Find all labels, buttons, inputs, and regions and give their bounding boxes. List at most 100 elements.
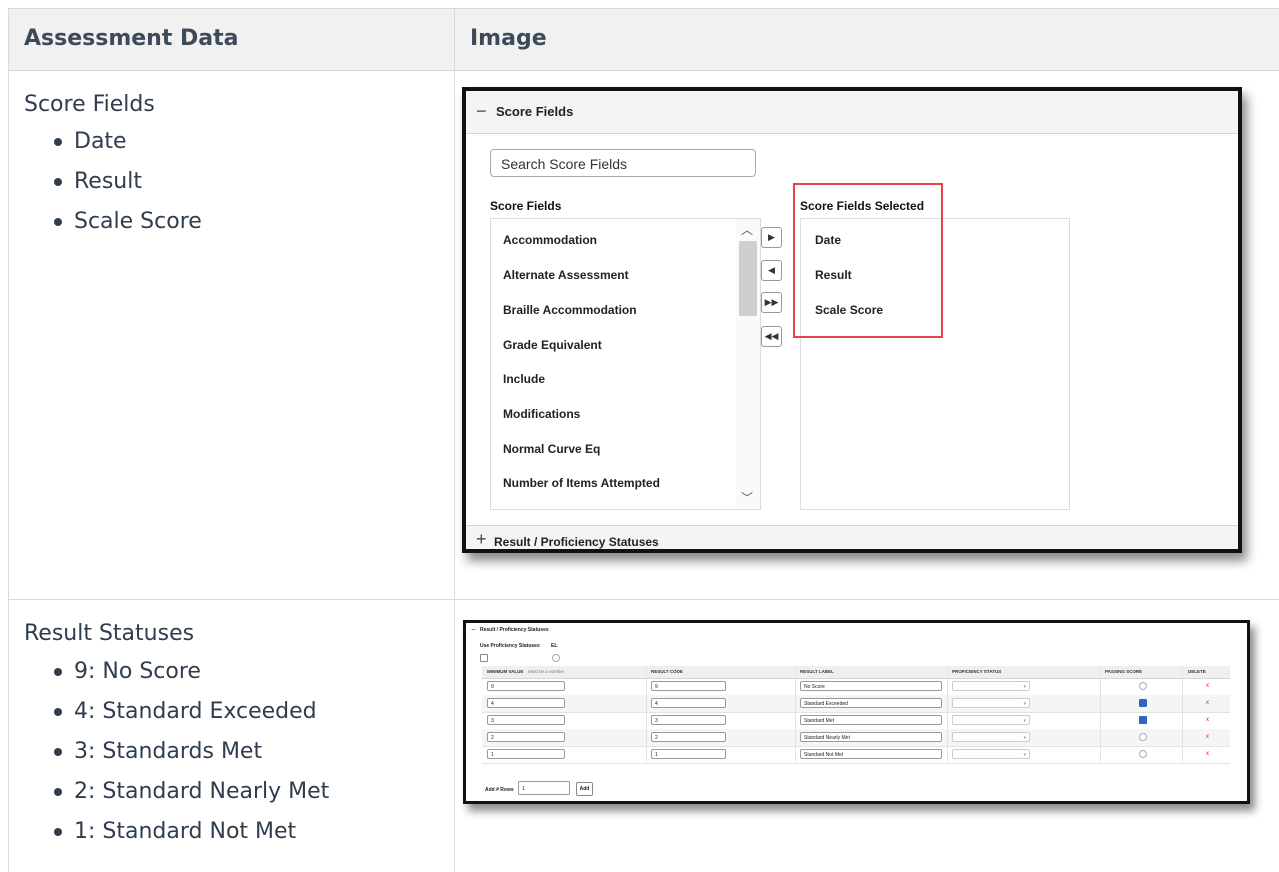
move-right-button[interactable]: ▶ [761,227,782,248]
column-header-status: PROFICIENCY STATUS [952,669,1002,674]
header-assessment-data: Assessment Data [24,26,239,51]
delete-icon[interactable]: x [1206,749,1209,759]
move-all-right-button[interactable]: ▶▶ [761,292,782,313]
chevron-down-icon[interactable]: ﹀ [741,489,753,506]
delete-icon[interactable]: x [1206,698,1209,708]
list-item: 1: Standard Not Met [48,818,329,858]
move-left-button[interactable]: ◀ [761,260,782,281]
table-header: Assessment Data Image [8,8,1279,70]
list-item[interactable]: Normal Curve Eq [503,442,600,456]
score-fields-screenshot: − Score Fields Search Score Fields Score… [462,87,1242,553]
list-item: Date [48,128,202,168]
passing-score-radio[interactable] [1139,750,1147,758]
scrollbar-thumb[interactable] [739,241,757,316]
passing-score-radio[interactable] [1139,733,1147,741]
proficiency-status-select[interactable] [952,681,1030,692]
panel-title: Result / Proficiency Statuses [480,627,549,633]
passing-score-radio[interactable] [1139,682,1147,690]
collapse-icon[interactable]: − [471,625,476,634]
minimum-value-input[interactable]: 1 [487,749,565,759]
passing-score-checkbox[interactable] [1139,699,1147,707]
result-label-input[interactable]: Standard Met [800,715,942,725]
list-item[interactable]: Braille Accommodation [503,303,637,317]
minimum-value-input[interactable]: 2 [487,732,565,742]
table-row: 3 3 Standard Met x [482,712,1230,730]
column-divider [795,666,796,763]
list-item[interactable]: Accommodation [503,233,597,247]
add-rows-input[interactable]: 1 [518,781,570,795]
column-header-label: RESULT LABEL [800,669,834,674]
table-border-top [8,8,1279,9]
result-code-input[interactable]: 4 [651,698,726,708]
score-fields-list: Date Result Scale Score [48,128,202,248]
header-image: Image [470,26,547,51]
delete-icon[interactable]: x [1206,715,1209,725]
column-divider [947,666,948,763]
list-item[interactable]: Include [503,372,545,386]
el-label: EL [551,643,558,649]
column-header-delete: DELETE [1188,669,1206,674]
delete-icon[interactable]: x [1206,681,1209,691]
table-row: 2 2 Standard Nearly Met x [482,729,1230,747]
result-label-input[interactable]: Standard Exceeded [800,698,942,708]
result-statuses-collapsed-header[interactable]: + Result / Proficiency Statuses [466,525,1238,549]
expand-icon[interactable]: + [476,529,487,549]
table-row: 9 9 No Score x [482,678,1230,696]
column-divider [646,666,647,763]
move-all-left-button[interactable]: ◀◀ [761,326,782,347]
list-item[interactable]: Modifications [503,407,580,421]
proficiency-status-select[interactable] [952,698,1030,709]
passing-score-checkbox[interactable] [1139,716,1147,724]
list-item[interactable]: Alternate Assessment [503,268,629,282]
column-header-minimum: MINIMUM VALUE [487,669,524,674]
list-item: Scale Score [48,208,202,248]
list-item: 9: No Score [48,658,329,698]
list-item[interactable]: Grade Equivalent [503,338,602,352]
scrollbar[interactable]: ︿ ﹀ [736,219,760,507]
result-label-input[interactable]: Standard Nearly Met [800,732,942,742]
table-column-divider [454,8,455,872]
add-button[interactable]: Add [576,782,593,796]
result-statuses-list: 9: No Score 4: Standard Exceeded 3: Stan… [48,658,329,858]
available-fields-list[interactable]: Accommodation Alternate Assessment Brail… [490,218,761,510]
result-code-input[interactable]: 3 [651,715,726,725]
collapsed-section-title: Result / Proficiency Statuses [494,535,659,549]
el-radio[interactable] [552,654,560,662]
table-row-divider [8,599,1279,600]
minimum-value-input[interactable]: 3 [487,715,565,725]
column-header-code: RESULT CODE [651,669,683,674]
list-item: 4: Standard Exceeded [48,698,329,738]
available-fields-label: Score Fields [490,199,562,213]
score-fields-panel-header[interactable]: − Score Fields [466,91,1238,134]
list-item: Result [48,168,202,208]
column-hint: Must be a number [528,669,565,674]
column-divider [1182,666,1183,763]
result-code-input[interactable]: 2 [651,732,726,742]
list-item[interactable]: Number of Items Attempted [503,476,660,490]
result-code-input[interactable]: 1 [651,749,726,759]
result-statuses-table: MINIMUM VALUE Must be a number RESULT CO… [482,666,1230,780]
table-row: 4 4 Standard Exceeded x [482,695,1230,713]
result-statuses-title: Result Statuses [24,621,195,646]
result-label-input[interactable]: No Score [800,681,942,691]
minimum-value-input[interactable]: 4 [487,698,565,708]
list-item: 3: Standards Met [48,738,329,778]
selected-fields-highlight [793,183,943,338]
delete-icon[interactable]: x [1206,732,1209,742]
proficiency-status-select[interactable] [952,732,1030,743]
search-score-fields-input[interactable]: Search Score Fields [490,149,756,177]
use-proficiency-checkbox[interactable] [480,654,488,662]
proficiency-status-select[interactable] [952,749,1030,760]
result-label-input[interactable]: Standard Not Met [800,749,942,759]
proficiency-status-select[interactable] [952,715,1030,726]
table-border-left [8,8,9,872]
score-fields-title: Score Fields [24,92,155,117]
use-proficiency-label: Use Proficiency Statuses [480,643,540,649]
panel-title: Score Fields [496,104,574,119]
collapse-icon[interactable]: − [476,101,487,122]
column-divider [1100,666,1101,763]
chevron-up-icon[interactable]: ︿ [741,221,753,238]
column-header-passing: PASSING SCORE [1105,669,1143,674]
minimum-value-input[interactable]: 9 [487,681,565,691]
result-code-input[interactable]: 9 [651,681,726,691]
